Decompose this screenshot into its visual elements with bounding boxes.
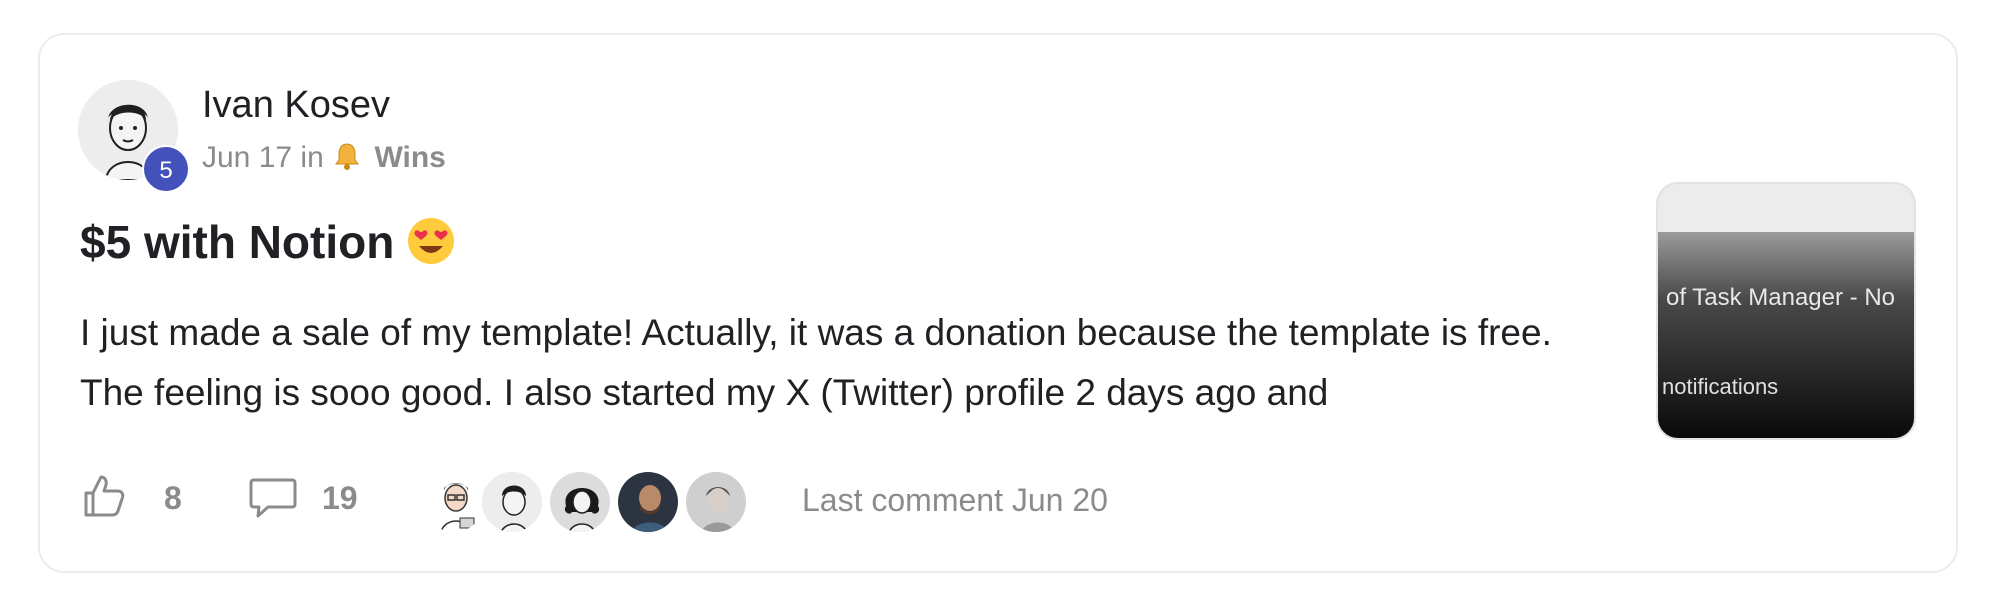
bell-icon [332, 141, 362, 182]
post-meta: Jun 17 in Wins [202, 138, 446, 182]
post-date[interactable]: Jun 17 [202, 141, 292, 174]
comment-bubble-icon[interactable] [248, 476, 298, 525]
commenter-avatar[interactable] [616, 470, 680, 534]
commenter-avatar[interactable] [480, 470, 544, 534]
thumbnail-text-1: of Task Manager - No [1666, 284, 1895, 311]
thumbnail-header-bar [1658, 184, 1914, 232]
heart-eyes-emoji-icon [406, 216, 456, 282]
commenter-avatar[interactable] [548, 470, 612, 534]
level-badge: 5 [142, 145, 190, 193]
last-comment-timestamp[interactable]: Last comment Jun 20 [802, 482, 1108, 519]
post-footer: 8 19 Last comment Jun 20 [80, 470, 1280, 534]
like-count[interactable]: 8 [164, 480, 182, 517]
thumbs-up-icon[interactable] [80, 473, 126, 524]
author-name[interactable]: Ivan Kosev [202, 80, 390, 130]
category-link[interactable]: Wins [374, 141, 445, 174]
in-label: in [300, 141, 324, 174]
comment-count[interactable]: 19 [322, 480, 358, 517]
post-thumbnail[interactable]: of Task Manager - No notifications [1656, 182, 1916, 440]
post-title-text[interactable]: $5 with Notion [80, 216, 394, 268]
author-avatar-wrapper[interactable]: 5 [78, 80, 190, 193]
commenter-avatar[interactable] [422, 470, 486, 534]
thumbnail-text-2: notifications [1662, 374, 1779, 399]
post-body[interactable]: I just made a sale of my template! Actua… [80, 303, 1620, 423]
post-title[interactable]: $5 with Notion [80, 210, 456, 282]
commenter-avatar[interactable] [684, 470, 748, 534]
